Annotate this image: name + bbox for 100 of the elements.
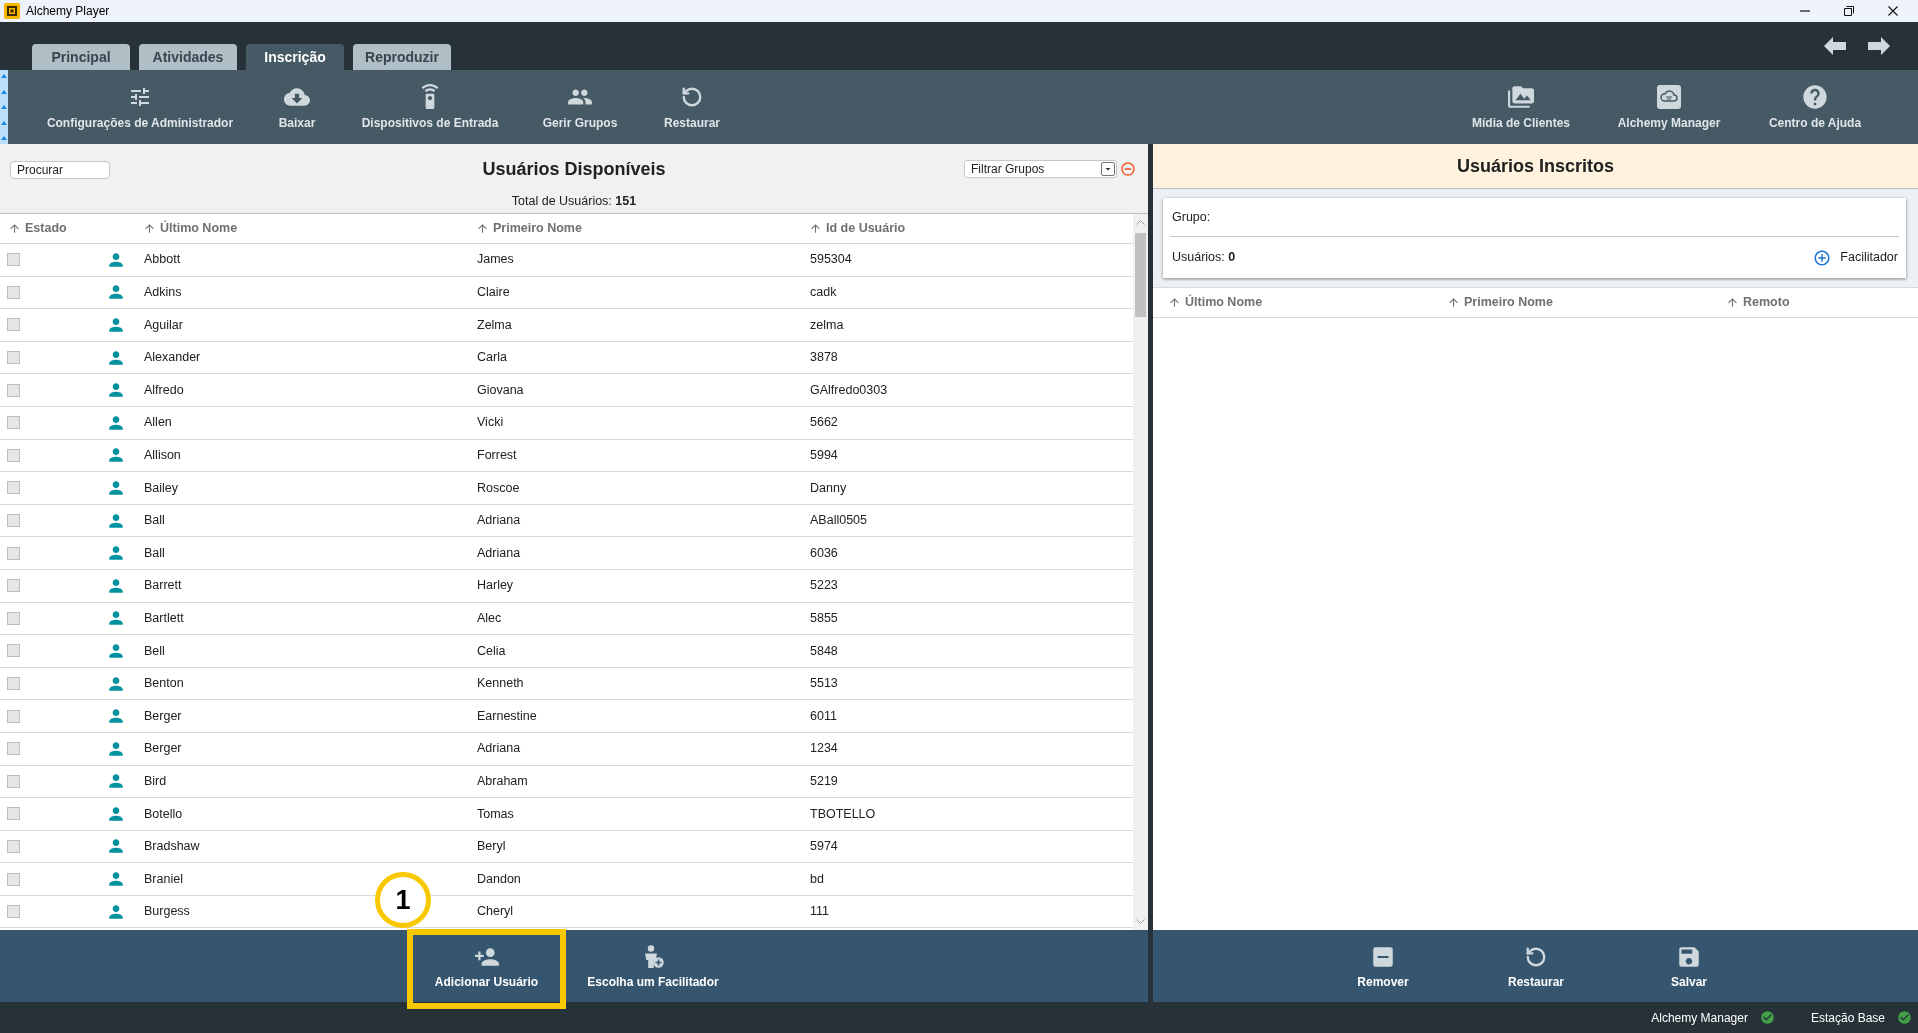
table-cell-text: Danny	[809, 479, 847, 497]
table-cell-text: Abbott	[143, 251, 181, 269]
table-cell-text: Earnestine	[476, 707, 537, 725]
checkbox[interactable]	[7, 514, 20, 528]
table-cell-text: Beryl	[476, 838, 506, 856]
checkbox[interactable]	[7, 774, 20, 788]
table-cell-text: Claire	[476, 284, 510, 301]
save-icon	[1676, 944, 1702, 970]
table-cell-text: 5223	[809, 577, 838, 595]
checkbox[interactable]	[7, 318, 20, 332]
table-cell-text: 5219	[809, 772, 838, 790]
toolbar-button[interactable]: Gerir Grupos	[516, 70, 644, 144]
checkbox[interactable]	[7, 644, 20, 658]
table-cell-text: Zelma	[476, 316, 512, 334]
table-cell-text: Berger	[143, 740, 182, 758]
column-header[interactable]: Primeiro Nome	[473, 219, 806, 238]
minimize-icon[interactable]	[1800, 10, 1810, 12]
toolbar-button[interactable]: Centro de Ajuda	[1751, 70, 1879, 144]
column-header[interactable]: Estado	[0, 219, 106, 238]
column-header[interactable]: Remoto	[1726, 293, 1918, 312]
table-cell-text: Bird	[143, 772, 167, 790]
toolbar-button[interactable]: Dispositivos de Entrada	[344, 70, 516, 144]
scroll-up-icon[interactable]	[1136, 220, 1145, 225]
search-field[interactable]: Procurar	[10, 161, 110, 179]
checkbox[interactable]	[7, 905, 20, 919]
table-cell-text: Vicki	[476, 414, 504, 432]
close-icon[interactable]	[1888, 6, 1898, 16]
toolbar-button[interactable]: Restaurar	[644, 70, 740, 144]
column-header[interactable]: Primeiro Nome	[1447, 293, 1726, 312]
checkbox[interactable]	[7, 709, 20, 723]
total-users-text: Total de Usuários: 151	[511, 193, 637, 209]
checkbox[interactable]	[7, 807, 20, 821]
toolbar-button[interactable]: Baixar	[250, 70, 344, 144]
back-arrow-icon[interactable]	[1824, 37, 1846, 55]
column-header[interactable]: Último Nome	[1168, 293, 1447, 312]
checkbox[interactable]	[7, 840, 20, 853]
checkbox[interactable]	[7, 416, 20, 430]
action-button[interactable]: Remover	[1323, 930, 1443, 1002]
table-cell-text: 5513	[809, 675, 838, 693]
checkbox[interactable]	[7, 579, 20, 593]
action-button[interactable]: Restaurar	[1476, 930, 1596, 1002]
tab[interactable]: Inscrição	[246, 44, 344, 70]
table-cell-text: Alfredo	[143, 381, 184, 399]
sort-arrow-icon	[1726, 296, 1739, 309]
column-header[interactable]: Último Nome	[140, 219, 473, 238]
table-cell-text: Alec	[476, 609, 502, 627]
tab[interactable]: Atividades	[139, 44, 237, 70]
table-cell-text: 5662	[809, 414, 838, 432]
scrollbar-track[interactable]	[1133, 214, 1148, 930]
toolbar-button[interactable]: Alchemy Manager	[1587, 70, 1751, 144]
checkbox[interactable]	[7, 742, 20, 756]
table-cell-text: 1234	[809, 740, 838, 758]
checkbox[interactable]	[7, 546, 20, 560]
forward-arrow-icon[interactable]	[1868, 37, 1890, 55]
table-cell-text: 5855	[809, 609, 838, 627]
users-count-text: Usuários: 0	[1172, 249, 1236, 267]
checkbox[interactable]	[7, 383, 20, 397]
table-cell-text: Forrest	[476, 447, 517, 464]
tab[interactable]: Principal	[32, 44, 130, 70]
action-button[interactable]: Escolha um Facilitador	[568, 930, 738, 1002]
checkbox[interactable]	[7, 285, 20, 299]
toolbar-button[interactable]: Mídia de Clientes	[1455, 70, 1587, 144]
add-facilitator-button[interactable]: Facilitador	[1813, 248, 1898, 267]
checkbox[interactable]	[7, 872, 20, 886]
checkbox[interactable]	[7, 677, 20, 690]
action-button[interactable]: Adicionar Usuário	[407, 929, 566, 1009]
table-cell-text: Allen	[143, 414, 172, 432]
table-cell-text: Bradshaw	[143, 838, 200, 856]
table-cell-text: cadk	[809, 284, 837, 301]
column-header[interactable]: Id de Usuário	[806, 219, 1133, 238]
checkbox[interactable]	[7, 448, 20, 462]
panel-title: Usuários Inscritos	[1456, 154, 1615, 178]
table-cell-text: 3878	[809, 349, 838, 367]
checkbox[interactable]	[7, 351, 20, 365]
restore-icon[interactable]	[1844, 6, 1854, 16]
sort-arrow-icon	[1168, 296, 1181, 309]
up-arrows-strip-icon[interactable]	[0, 70, 8, 144]
table-cell-text: Burgess	[143, 903, 190, 921]
group-filter-dropdown[interactable]: Filtrar Grupos	[964, 160, 1117, 178]
action-button[interactable]: Salvar	[1629, 930, 1749, 1002]
scroll-down-icon[interactable]	[1136, 919, 1145, 924]
tab[interactable]: Reproduzir	[353, 44, 451, 70]
table-cell-text: Adriana	[476, 544, 521, 562]
table-cell-text: Bailey	[143, 479, 179, 497]
table-cell-text: Tomas	[476, 805, 514, 823]
window-title: Alchemy Player	[26, 3, 110, 20]
table-cell-text: Adriana	[476, 512, 521, 530]
table-cell-text: Abraham	[476, 772, 528, 790]
checkbox[interactable]	[7, 611, 20, 625]
clear-filter-icon[interactable]	[1120, 161, 1136, 177]
toolbar-button[interactable]: Configurações de Administrador	[30, 70, 250, 144]
cloud-tile-icon	[1657, 85, 1681, 109]
table-cell-text: 5994	[809, 447, 838, 464]
table-cell-text: 595304	[809, 251, 852, 269]
scrollbar-thumb[interactable]	[1135, 233, 1146, 317]
table-cell-text: Carla	[476, 349, 507, 367]
sort-arrow-icon	[143, 222, 156, 235]
checkbox[interactable]	[7, 481, 20, 495]
checkbox[interactable]	[7, 253, 20, 267]
table-cell-text: zelma	[809, 316, 844, 334]
